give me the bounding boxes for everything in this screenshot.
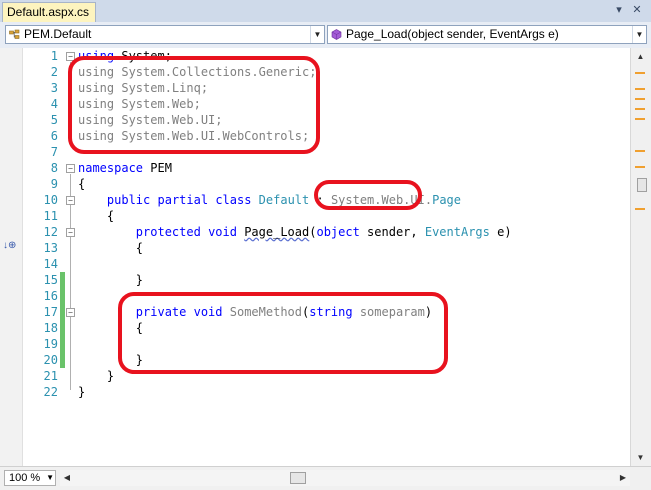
chevron-down-icon: ▼	[632, 26, 646, 43]
horizontal-scrollbar[interactable]: ◀ ▶	[60, 470, 630, 486]
member-dropdown[interactable]: Page_Load(object sender, EventArgs e) ▼	[327, 25, 647, 44]
tab-title: Default.aspx.cs	[7, 5, 90, 19]
code-text: }	[78, 369, 115, 383]
code-text: {	[78, 209, 115, 223]
line-number: 2	[50, 65, 58, 79]
line-number: 12	[43, 225, 58, 239]
code-line: 14	[0, 256, 630, 272]
tab-default-aspx-cs[interactable]: Default.aspx.cs	[2, 2, 96, 22]
type-dropdown[interactable]: PEM.Default ▼	[5, 25, 325, 44]
collapse-toggle-icon[interactable]: −	[66, 164, 75, 173]
chevron-down-icon: ▼	[310, 26, 324, 43]
line-number: 4	[50, 97, 58, 111]
code-token: class	[215, 193, 252, 207]
code-line: 15 }	[0, 272, 630, 288]
close-icon[interactable]: ✕	[630, 3, 644, 17]
member-dropdown-value: Page_Load(object sender, EventArgs e)	[346, 27, 559, 41]
code-token: namespace	[78, 161, 144, 175]
line-number: 9	[50, 177, 58, 191]
annotation-highlight-usings	[68, 56, 320, 154]
document-tab-bar: Default.aspx.cs ▾ ✕	[0, 0, 651, 22]
status-bar: 100 % ▼ ◀ ▶	[0, 466, 651, 490]
code-text: }	[78, 385, 86, 399]
change-marker	[635, 72, 645, 74]
line-number: 14	[43, 257, 58, 271]
line-number: 5	[50, 113, 58, 127]
line-number: 7	[50, 145, 58, 159]
change-marker	[635, 98, 645, 100]
annotation-highlight-unused-method	[118, 292, 448, 374]
navigation-bar: PEM.Default ▼ Page_Load(object sender, E…	[0, 22, 651, 49]
line-number: 17	[43, 305, 58, 319]
scroll-left-icon[interactable]: ◀	[60, 470, 74, 486]
code-token: Default	[258, 193, 310, 207]
code-token: partial	[157, 193, 209, 207]
scroll-up-icon[interactable]: ▲	[633, 49, 648, 64]
change-marker	[635, 88, 645, 90]
line-number: 18	[43, 321, 58, 335]
line-number: 8	[50, 161, 58, 175]
code-line: 12 − protected void Page_Load(object sen…	[0, 224, 630, 240]
change-marker	[635, 166, 645, 168]
change-marker	[635, 118, 645, 120]
line-number: 20	[43, 353, 58, 367]
scroll-thumb[interactable]	[290, 472, 306, 484]
code-text: protected void Page_Load(object sender, …	[135, 225, 512, 239]
code-line: 11 {	[0, 208, 630, 224]
line-number: 19	[43, 337, 58, 351]
zoom-value: 100 %	[9, 472, 41, 484]
type-dropdown-value: PEM.Default	[24, 27, 92, 41]
line-number: 11	[43, 209, 58, 223]
line-number: 15	[43, 273, 58, 287]
change-marker	[635, 108, 645, 110]
method-icon	[331, 29, 342, 40]
change-marker	[635, 208, 645, 210]
code-text: {	[78, 177, 86, 191]
code-editor[interactable]: ↓⊕ 1 − using System; 2 using System.Coll…	[0, 48, 630, 466]
line-number: 3	[50, 81, 58, 95]
collapse-toggle-icon[interactable]: −	[66, 228, 75, 237]
code-line: 22 }	[0, 384, 630, 400]
zoom-dropdown[interactable]: 100 % ▼	[4, 470, 56, 486]
scroll-thumb[interactable]	[637, 178, 647, 192]
code-token: Page	[432, 193, 461, 207]
annotation-highlight-base-class	[314, 180, 422, 210]
code-token: public	[106, 193, 151, 207]
code-text: namespace PEM	[78, 161, 172, 175]
code-token: protected	[135, 225, 201, 239]
line-number: 10	[43, 193, 58, 207]
code-text: }	[78, 273, 144, 287]
change-marker	[635, 150, 645, 152]
scroll-down-icon[interactable]: ▼	[633, 450, 648, 465]
line-number: 1	[50, 49, 58, 63]
chevron-down-icon: ▼	[46, 473, 54, 482]
code-token: object	[316, 225, 360, 239]
code-token: void	[208, 225, 237, 239]
collapse-toggle-icon[interactable]: −	[66, 308, 75, 317]
code-text: {	[78, 241, 144, 255]
line-number: 16	[43, 289, 58, 303]
collapse-toggle-icon[interactable]: −	[66, 196, 75, 205]
line-number: 13	[43, 241, 58, 255]
code-token: EventArgs	[424, 225, 490, 239]
line-number: 21	[43, 369, 58, 383]
code-line: 8 − namespace PEM	[0, 160, 630, 176]
code-token: Page_Load	[244, 225, 310, 239]
class-icon	[9, 29, 20, 39]
scroll-right-icon[interactable]: ▶	[616, 470, 630, 486]
vertical-scrollbar[interactable]: ▲ ▼	[630, 48, 651, 466]
line-number: 22	[43, 385, 58, 399]
tab-dropdown-icon[interactable]: ▾	[612, 3, 626, 17]
line-number: 6	[50, 129, 58, 143]
code-line: 13 {	[0, 240, 630, 256]
